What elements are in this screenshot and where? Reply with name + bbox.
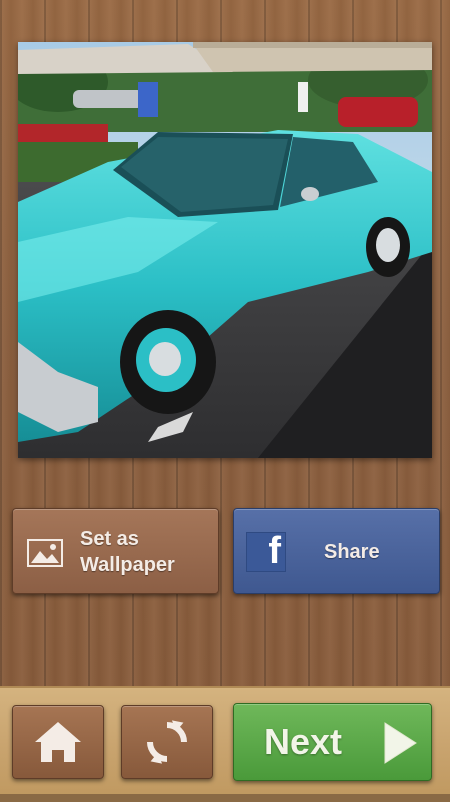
play-arrow-icon [384, 722, 417, 764]
next-button[interactable]: Next [233, 703, 432, 781]
set-wallpaper-label-line1: Set as [80, 528, 139, 550]
refresh-icon [147, 720, 187, 764]
next-label: Next [264, 721, 343, 762]
image-icon [27, 539, 63, 567]
bottom-edge [0, 794, 450, 802]
reload-button[interactable] [121, 705, 213, 779]
facebook-icon: f [246, 530, 286, 572]
share-button[interactable]: f Share [233, 508, 440, 594]
set-wallpaper-button[interactable]: Set as Wallpaper [12, 508, 219, 594]
share-label: Share [324, 541, 380, 563]
home-button[interactable] [12, 705, 104, 779]
bottom-toolbar: Next [0, 686, 450, 802]
photo-image [18, 42, 432, 458]
set-wallpaper-label: Set as Wallpaper [80, 526, 210, 578]
classic-car-photo [18, 42, 432, 458]
set-wallpaper-label-line2: Wallpaper [80, 554, 175, 576]
home-icon [35, 722, 81, 762]
